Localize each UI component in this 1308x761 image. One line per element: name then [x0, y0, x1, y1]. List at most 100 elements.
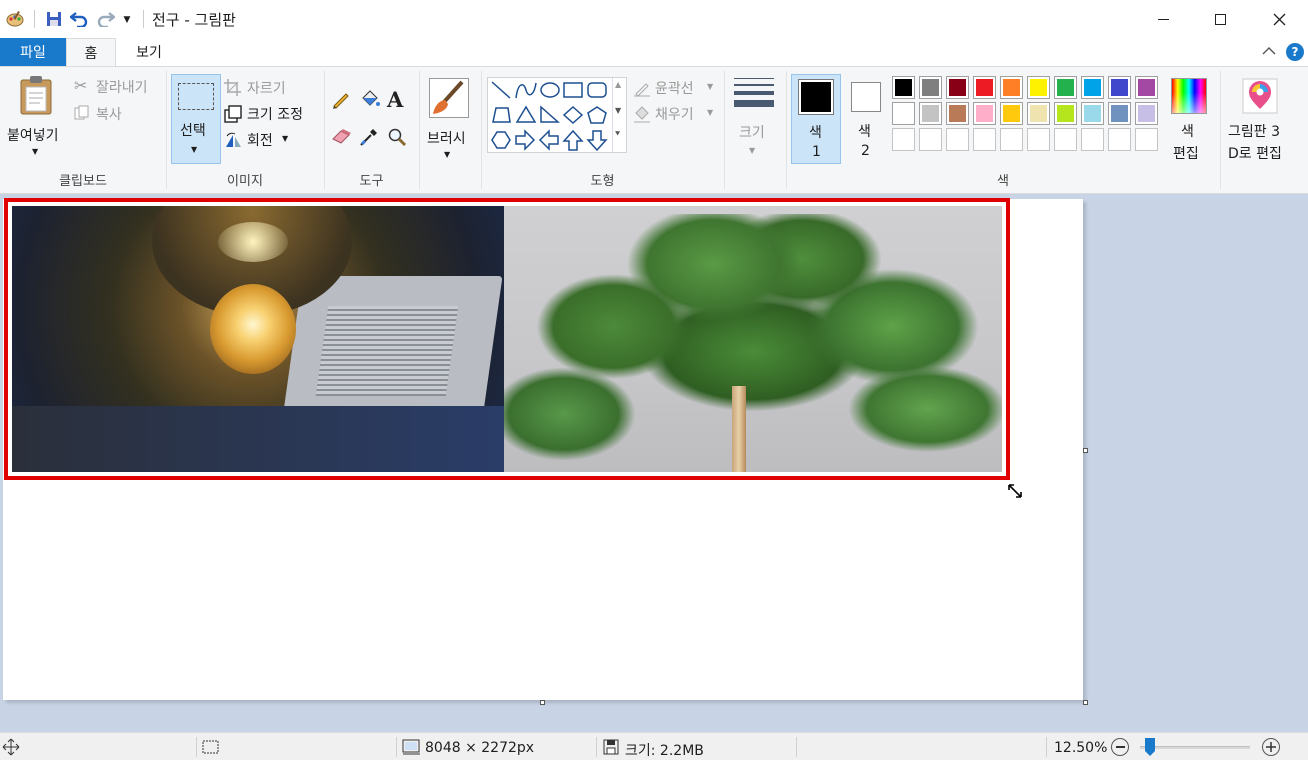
eraser-icon[interactable]	[331, 127, 353, 149]
palette-swatch[interactable]	[1027, 76, 1050, 99]
color-picker-icon[interactable]	[359, 127, 381, 149]
rotate-dropdown-icon[interactable]: ▼	[282, 134, 288, 143]
color-2-button[interactable]: 색 2	[843, 74, 889, 164]
canvas-resize-handle-right[interactable]	[1083, 448, 1088, 453]
right-triangle-shape-icon[interactable]	[540, 105, 560, 123]
select-button[interactable]: 선택 ▼	[171, 74, 221, 164]
palette-empty-swatch[interactable]	[892, 128, 915, 151]
fill-button[interactable]: 채우기 ▼	[633, 103, 719, 125]
palette-swatch[interactable]	[1027, 102, 1050, 125]
canvas-resize-handle-corner[interactable]	[1083, 700, 1088, 705]
cut-button[interactable]: ✂ 잘라내기	[74, 76, 160, 98]
curve-shape-icon[interactable]	[515, 82, 537, 99]
edit-with-paint3d-button[interactable]: 그림판 3 D로 편집	[1226, 74, 1296, 164]
left-arrow-shape-icon[interactable]	[538, 129, 559, 151]
brushes-button[interactable]: 브러시 ▼	[424, 74, 474, 164]
brushes-dropdown-icon[interactable]: ▼	[444, 150, 450, 159]
palette-swatch[interactable]	[1000, 76, 1023, 99]
palette-swatch[interactable]	[973, 102, 996, 125]
edit-colors-button[interactable]: 색 편집	[1166, 74, 1212, 164]
zoom-in-button[interactable]	[1262, 738, 1280, 756]
palette-swatch[interactable]	[1054, 102, 1077, 125]
hexagon-shape-icon[interactable]	[491, 131, 511, 149]
zoom-slider-track[interactable]	[1140, 746, 1250, 749]
oval-shape-icon[interactable]	[540, 82, 560, 98]
palette-swatch-fill	[1057, 105, 1074, 122]
palette-swatch[interactable]	[1108, 76, 1131, 99]
maximize-button[interactable]	[1197, 0, 1243, 38]
close-button[interactable]	[1256, 0, 1302, 38]
shapes-scroll-down-icon[interactable]: ▼	[615, 106, 621, 115]
paint-app-icon[interactable]	[4, 9, 26, 29]
palette-empty-swatch[interactable]	[1081, 128, 1104, 151]
text-icon[interactable]: A	[387, 87, 409, 112]
minimize-button[interactable]	[1140, 0, 1186, 38]
tab-file[interactable]: 파일	[0, 38, 66, 66]
palette-swatch[interactable]	[946, 76, 969, 99]
rectangle-shape-icon[interactable]	[563, 82, 583, 98]
palette-swatch[interactable]	[1135, 102, 1158, 125]
window-title: 전구 - 그림판	[152, 11, 236, 29]
undo-icon[interactable]	[68, 9, 90, 29]
size-button[interactable]: 크기 ▼	[729, 74, 779, 164]
right-arrow-shape-icon[interactable]	[515, 129, 536, 151]
shapes-scroll-up-icon[interactable]: ▲	[615, 80, 621, 89]
magnifier-icon[interactable]	[387, 127, 409, 149]
palette-swatch[interactable]	[1081, 76, 1104, 99]
collapse-ribbon-icon[interactable]	[1262, 44, 1278, 60]
palette-empty-swatch[interactable]	[946, 128, 969, 151]
palette-empty-swatch[interactable]	[1108, 128, 1131, 151]
palette-swatch[interactable]	[892, 102, 915, 125]
up-arrow-shape-icon[interactable]	[562, 129, 584, 151]
pentagon-shape-icon[interactable]	[587, 106, 607, 124]
select-dropdown-icon[interactable]: ▼	[191, 145, 197, 154]
palette-swatch[interactable]	[1081, 102, 1104, 125]
palette-swatch[interactable]	[1000, 102, 1023, 125]
triangle-shape-icon[interactable]	[515, 105, 537, 123]
outline-button[interactable]: 윤곽선 ▼	[633, 77, 719, 99]
palette-swatch[interactable]	[919, 102, 942, 125]
palette-swatch[interactable]	[892, 76, 915, 99]
shapes-expand-icon[interactable]: ⯆	[614, 130, 621, 140]
palette-empty-swatch[interactable]	[1027, 128, 1050, 151]
rotate-button[interactable]: 회전 ▼	[224, 129, 308, 151]
palette-swatch[interactable]	[973, 76, 996, 99]
zoom-slider-thumb[interactable]	[1144, 737, 1156, 757]
help-icon[interactable]: ?	[1286, 43, 1304, 61]
palette-swatch-fill	[949, 105, 966, 122]
redo-icon[interactable]	[95, 9, 117, 29]
palette-swatch[interactable]	[919, 76, 942, 99]
tab-home[interactable]: 홈	[66, 38, 116, 67]
outline-dropdown-icon[interactable]: ▼	[707, 82, 713, 91]
fill-dropdown-icon[interactable]: ▼	[707, 108, 713, 117]
palette-empty-swatch[interactable]	[1054, 128, 1077, 151]
palette-empty-swatch[interactable]	[919, 128, 942, 151]
save-icon[interactable]	[43, 9, 65, 29]
tab-view[interactable]: 보기	[118, 38, 180, 66]
palette-swatch[interactable]	[946, 102, 969, 125]
palette-empty-swatch[interactable]	[973, 128, 996, 151]
palette-swatch[interactable]	[1054, 76, 1077, 99]
palette-swatch[interactable]	[1108, 102, 1131, 125]
drawing-canvas[interactable]	[3, 198, 1083, 700]
palette-empty-swatch[interactable]	[1135, 128, 1158, 151]
customize-quick-access-icon[interactable]: ▼	[120, 10, 134, 30]
size-dropdown-icon[interactable]: ▼	[749, 146, 755, 155]
canvas-resize-handle-bottom[interactable]	[540, 700, 545, 705]
line-shape-icon[interactable]	[491, 81, 511, 99]
color-1-button[interactable]: 색 1	[791, 74, 841, 164]
diamond-shape-icon[interactable]	[562, 105, 584, 125]
palette-swatch[interactable]	[1135, 76, 1158, 99]
down-arrow-shape-icon[interactable]	[586, 130, 608, 152]
zoom-out-button[interactable]	[1111, 738, 1129, 756]
paste-dropdown-icon[interactable]: ▼	[32, 147, 38, 156]
palette-empty-swatch[interactable]	[1000, 128, 1023, 151]
resize-button[interactable]: 크기 조정	[224, 103, 318, 125]
rounded-rectangle-shape-icon[interactable]	[587, 82, 607, 98]
copy-button[interactable]: 복사	[74, 103, 160, 125]
fill-bucket-icon[interactable]	[359, 89, 381, 111]
pencil-icon[interactable]	[331, 89, 353, 111]
paste-button[interactable]: 붙여넣기 ▼	[4, 71, 68, 157]
crop-button[interactable]: 자르기	[224, 77, 314, 99]
polygon-shape-icon[interactable]	[492, 107, 511, 123]
